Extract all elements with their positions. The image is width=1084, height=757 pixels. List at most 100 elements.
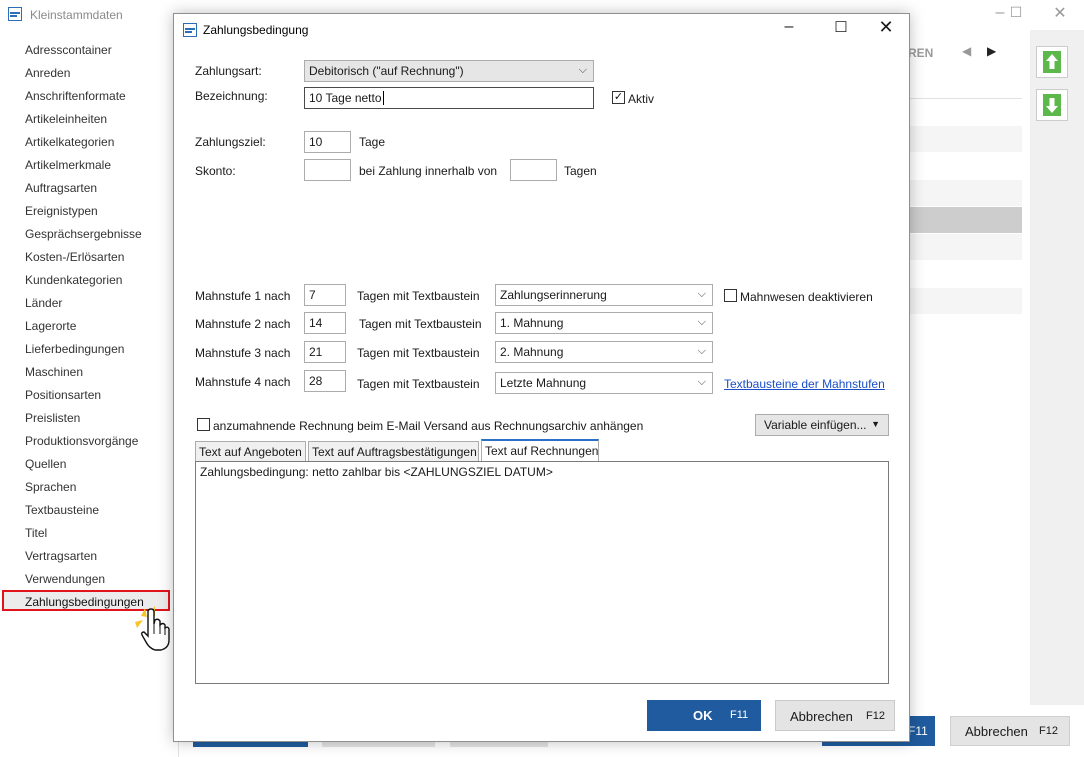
zahlungsziel-input[interactable]: 10 — [304, 131, 351, 153]
sidebar-item[interactable]: Titel — [25, 526, 47, 540]
zahlungsziel-label: Zahlungsziel: — [195, 135, 266, 149]
sidebar-item[interactable]: Verwendungen — [25, 572, 105, 586]
sidebar-item[interactable]: Adresscontainer — [25, 43, 112, 57]
skonto-label: Skonto: — [195, 164, 236, 178]
zahlungsart-value: Debitorisch ("auf Rechnung") — [309, 64, 464, 78]
textbausteine-mahnstufen-link[interactable]: Textbausteine der Mahnstufen — [724, 377, 885, 391]
ok-button[interactable]: OK F11 — [647, 700, 761, 731]
aktiv-checkbox[interactable]: ✓ — [612, 91, 625, 104]
mahnstufe-1-days-value: 7 — [309, 288, 316, 302]
zahlungsbedingung-dialog: Zahlungsbedingung – ☐ ✕ Zahlungsart: Deb… — [173, 13, 910, 742]
skonto-input[interactable] — [304, 159, 351, 181]
anhang-label: anzumahnende Rechnung beim E-Mail Versan… — [213, 419, 644, 433]
main-tab-fragment[interactable]: REN — [908, 46, 933, 60]
move-up-button[interactable] — [1036, 46, 1068, 78]
mahnstufe-3-baustein-select[interactable]: 2. Mahnung ⌵ — [495, 341, 713, 363]
mahnstufe-2-baustein-select[interactable]: 1. Mahnung ⌵ — [495, 312, 713, 334]
mahnstufe-3-days-value: 21 — [309, 345, 323, 359]
anhang-checkbox[interactable] — [197, 418, 210, 431]
sidebar-item[interactable]: Produktionsvorgänge — [25, 434, 138, 448]
chevron-down-icon: ⌵ — [578, 64, 587, 76]
tagen-label: Tagen — [564, 164, 597, 178]
tage-label: Tage — [359, 135, 386, 149]
main-cancel-button[interactable]: Abbrechen F12 — [950, 716, 1070, 746]
mahnstufe-3-days-input[interactable]: 21 — [304, 341, 346, 363]
mahnwesen-checkbox[interactable] — [724, 289, 737, 302]
mahnstufe-4-baustein-value: Letzte Mahnung — [500, 376, 587, 390]
ok-button-shortcut: F11 — [730, 709, 749, 721]
close-icon[interactable]: ✕ — [871, 17, 901, 39]
sidebar-item[interactable]: Zahlungsbedingungen — [25, 595, 144, 609]
mahnstufe-4-label: Mahnstufe 4 nach — [195, 375, 291, 389]
maximize-icon[interactable]: ☐ — [1006, 4, 1026, 24]
mahnstufe-1-days-input[interactable]: 7 — [304, 284, 346, 306]
tab-rechnungen[interactable]: Text auf Rechnungen — [481, 439, 599, 461]
mahnstufe-1-baustein-select[interactable]: Zahlungserinnerung ⌵ — [495, 284, 713, 306]
aktiv-label: Aktiv — [628, 92, 655, 106]
sidebar-item[interactable]: Preislisten — [25, 411, 80, 425]
zahlungsart-select[interactable]: Debitorisch ("auf Rechnung") ⌵ — [304, 60, 594, 82]
sidebar-item[interactable]: Lieferbedingungen — [25, 342, 124, 356]
close-icon[interactable]: ✕ — [1050, 3, 1070, 23]
tab-scroll-right-icon[interactable]: ▶ — [987, 44, 996, 58]
move-down-button[interactable] — [1036, 89, 1068, 121]
sidebar-item[interactable]: Positionsarten — [25, 388, 101, 402]
sidebar-item[interactable]: Kundenkategorien — [25, 273, 122, 287]
cancel-button[interactable]: Abbrechen F12 — [775, 700, 895, 731]
sidebar-item[interactable]: Artikelmerkmale — [25, 158, 111, 172]
sidebar-item[interactable]: Artikeleinheiten — [25, 112, 107, 126]
tab-rechnungen-label: Text auf Rechnungen — [485, 444, 599, 458]
variable-einfuegen-button[interactable]: Variable einfügen... ▼ — [755, 414, 889, 436]
divider — [908, 98, 1022, 99]
mahnstufe-4-days-value: 28 — [309, 374, 323, 388]
dialog-app-icon — [183, 23, 197, 37]
tab-angebote[interactable]: Text auf Angeboten — [195, 441, 306, 461]
tab-angebote-label: Text auf Angeboten — [199, 445, 302, 459]
app-icon — [8, 7, 22, 21]
list-item[interactable] — [908, 234, 1022, 260]
text-editor[interactable]: Zahlungsbedingung: netto zahlbar bis <ZA… — [195, 461, 889, 684]
sidebar-item[interactable]: Vertragsarten — [25, 549, 97, 563]
zahlungsart-label: Zahlungsart: — [195, 64, 262, 78]
sidebar-item[interactable]: Sprachen — [25, 480, 76, 494]
sidebar-item[interactable]: Gesprächsergebnisse — [25, 227, 142, 241]
mahnstufe-1-text-label: Tagen mit Textbaustein — [357, 289, 480, 303]
sidebar-item[interactable]: Maschinen — [25, 365, 83, 379]
main-window-title: Kleinstammdaten — [30, 8, 123, 22]
list-item[interactable] — [908, 180, 1022, 206]
list-item-selected[interactable] — [908, 207, 1022, 233]
list-item[interactable] — [908, 288, 1022, 314]
main-cancel-label: Abbrechen — [965, 724, 1028, 739]
sidebar-item[interactable]: Anschriftenformate — [25, 89, 126, 103]
sidebar-item[interactable]: Kosten-/Erlösarten — [25, 250, 124, 264]
list-item[interactable] — [908, 126, 1022, 152]
mahnstufe-2-baustein-value: 1. Mahnung — [500, 316, 564, 330]
mahnstufe-4-days-input[interactable]: 28 — [304, 370, 346, 392]
mahnstufe-3-baustein-value: 2. Mahnung — [500, 345, 564, 359]
arrow-up-icon — [1043, 51, 1061, 73]
main-cancel-shortcut: F12 — [1039, 725, 1058, 737]
sidebar-item[interactable]: Anreden — [25, 66, 70, 80]
chevron-down-icon: ⌵ — [697, 376, 706, 388]
maximize-icon[interactable]: ☐ — [826, 18, 856, 40]
sidebar-item[interactable]: Auftragsarten — [25, 181, 97, 195]
mahnstufe-2-days-input[interactable]: 14 — [304, 312, 346, 334]
checkmark-icon: ✓ — [613, 91, 624, 103]
tab-scroll-left-icon[interactable]: ◀ — [962, 44, 971, 58]
mahnstufe-3-text-label: Tagen mit Textbaustein — [357, 346, 480, 360]
sidebar-item[interactable]: Artikelkategorien — [25, 135, 114, 149]
skonto-days-input[interactable] — [510, 159, 557, 181]
sidebar-item[interactable]: Länder — [25, 296, 62, 310]
tab-auftragsbestaetigungen[interactable]: Text auf Auftragsbestätigungen — [308, 441, 479, 461]
sidebar-item[interactable]: Lagerorte — [25, 319, 76, 333]
sidebar-item[interactable]: Quellen — [25, 457, 66, 471]
mahnwesen-label: Mahnwesen deaktivieren — [740, 290, 873, 304]
bezeichnung-input[interactable]: 10 Tage netto — [304, 87, 594, 109]
ok-button-label: OK — [693, 708, 713, 723]
caret-down-icon: ▼ — [871, 419, 880, 429]
sidebar-item[interactable]: Ereignistypen — [25, 204, 98, 218]
minimize-icon[interactable]: – — [774, 18, 804, 40]
bezeichnung-value: 10 Tage netto — [309, 91, 382, 105]
sidebar-item[interactable]: Textbausteine — [25, 503, 99, 517]
mahnstufe-4-baustein-select[interactable]: Letzte Mahnung ⌵ — [495, 372, 713, 394]
